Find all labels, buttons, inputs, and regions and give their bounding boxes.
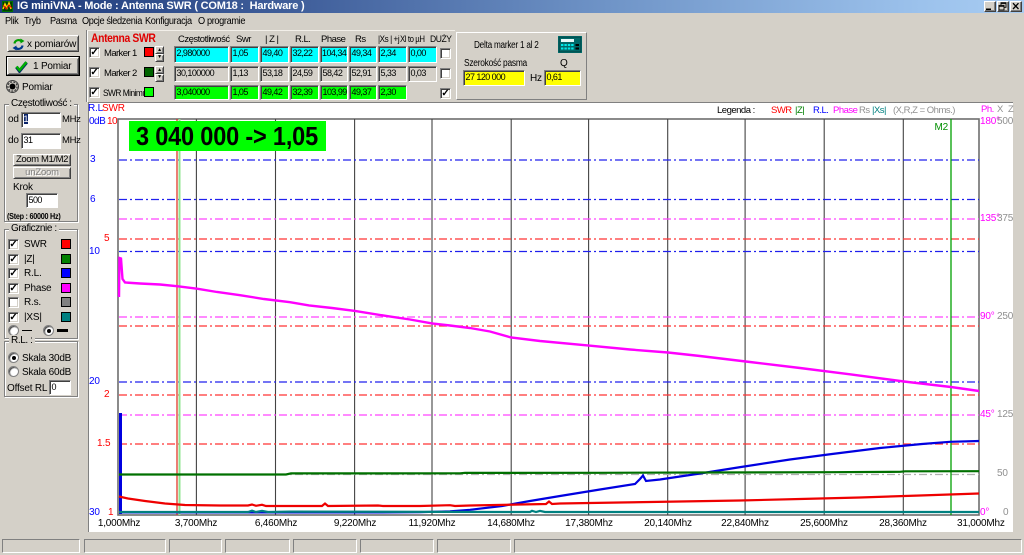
svg-text:M2: M2 — [935, 122, 949, 133]
svg-text:3 040 000 -> 1,05: 3 040 000 -> 1,05 — [136, 121, 318, 151]
